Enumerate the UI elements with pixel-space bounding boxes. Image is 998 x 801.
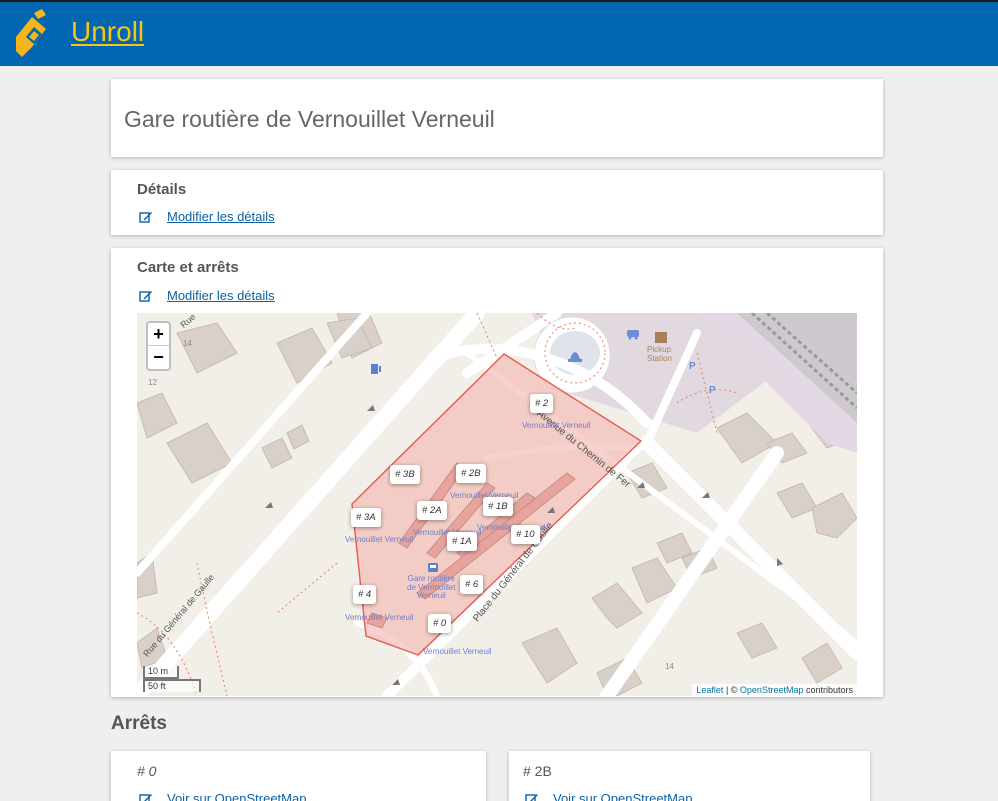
view-on-osm-link[interactable]: Voir sur OpenStreetMap bbox=[139, 791, 306, 801]
stop-marker-1a[interactable]: # 1A bbox=[447, 532, 477, 551]
unroll-logo-icon[interactable] bbox=[12, 7, 52, 61]
svg-text:P: P bbox=[689, 361, 696, 372]
svg-text:P: P bbox=[709, 385, 716, 396]
view-on-osm-link[interactable]: Voir sur OpenStreetMap bbox=[525, 791, 692, 801]
stop-marker-2a[interactable]: # 2A bbox=[417, 501, 447, 520]
scale-bar: 10 m 50 ft bbox=[143, 666, 201, 692]
edit-icon bbox=[139, 211, 152, 223]
details-card: Détails Modifier les détails bbox=[111, 170, 883, 235]
edit-icon bbox=[525, 793, 538, 801]
house-number-14: 14 bbox=[183, 339, 192, 348]
stop-caption-4: Vernouillet Verneuil bbox=[345, 613, 414, 622]
page-title: Gare routière de Vernouillet Verneuil bbox=[124, 106, 495, 132]
station-label: Station bbox=[647, 354, 672, 363]
stop-marker-2b[interactable]: # 2B bbox=[456, 464, 486, 483]
scale-metric: 10 m bbox=[143, 666, 179, 679]
title-card: Gare routière de Vernouillet Verneuil bbox=[111, 79, 883, 157]
house-number-12: 12 bbox=[148, 378, 157, 387]
station-caption-line-3: Verneuil bbox=[416, 591, 446, 600]
map-view[interactable]: P P Avenue du Chemin de Fer Place du Gén… bbox=[137, 313, 857, 696]
details-edit-link[interactable]: Modifier les détails bbox=[139, 209, 275, 224]
map-heading: Carte et arrêts bbox=[137, 259, 239, 276]
fuel-icon bbox=[371, 364, 381, 374]
stop-marker-3b[interactable]: # 3B bbox=[390, 465, 420, 484]
attribution-suffix: contributors bbox=[803, 685, 853, 695]
map-edit-link[interactable]: Modifier les détails bbox=[139, 288, 275, 303]
house-number-14-south: 14 bbox=[665, 662, 674, 671]
stop-card-title: # 0 bbox=[137, 763, 157, 779]
map-attribution: Leaflet | © OpenStreetMap contributors bbox=[692, 684, 857, 696]
map-card: Carte et arrêts Modifier les détails P P… bbox=[111, 248, 883, 697]
top-bar: Unroll bbox=[0, 0, 998, 66]
osm-link[interactable]: OpenStreetMap bbox=[740, 685, 804, 695]
stop-marker-2[interactable]: # 2 bbox=[530, 394, 554, 413]
zoom-in-button[interactable]: + bbox=[148, 323, 169, 346]
details-heading: Détails bbox=[137, 181, 187, 198]
stop-card-title: # 2B bbox=[523, 763, 552, 779]
stop-marker-1b[interactable]: # 1B bbox=[483, 497, 513, 516]
map-edit-label: Modifier les détails bbox=[167, 288, 275, 303]
stops-heading: Arrêts bbox=[111, 713, 167, 734]
stop-marker-0[interactable]: # 0 bbox=[428, 614, 452, 633]
stop-marker-6[interactable]: # 6 bbox=[460, 575, 484, 594]
app-name-link[interactable]: Unroll bbox=[71, 16, 144, 48]
stop-marker-10[interactable]: # 10 bbox=[511, 525, 540, 544]
edit-icon bbox=[139, 793, 152, 801]
zoom-control: + − bbox=[146, 321, 171, 371]
zoom-out-button[interactable]: − bbox=[148, 346, 169, 369]
bus-station-icon bbox=[428, 563, 438, 572]
stop-caption-2: Vernouillet Verneuil bbox=[522, 421, 591, 430]
attribution-separator: | © bbox=[723, 685, 740, 695]
view-on-osm-label: Voir sur OpenStreetMap bbox=[167, 791, 307, 801]
stop-card-2b: # 2B Voir sur OpenStreetMap bbox=[509, 751, 870, 801]
pickup-station-icon bbox=[655, 332, 667, 343]
view-on-osm-label: Voir sur OpenStreetMap bbox=[553, 791, 693, 801]
leaflet-link[interactable]: Leaflet bbox=[696, 685, 723, 695]
edit-icon bbox=[139, 290, 152, 302]
stop-caption-3a: Vernouillet Verneuil bbox=[345, 535, 414, 544]
station-caption: Gare routière de Vernouillet Verneuil bbox=[407, 574, 455, 601]
details-edit-label: Modifier les détails bbox=[167, 209, 275, 224]
scale-imperial: 50 ft bbox=[143, 679, 201, 692]
stop-caption-0: Vernouillet Verneuil bbox=[423, 647, 492, 656]
stop-marker-3a[interactable]: # 3A bbox=[351, 508, 381, 527]
stop-card-0: # 0 Voir sur OpenStreetMap bbox=[111, 751, 486, 801]
stop-marker-4[interactable]: # 4 bbox=[353, 585, 377, 604]
pickup-label: Pickup bbox=[647, 345, 672, 354]
